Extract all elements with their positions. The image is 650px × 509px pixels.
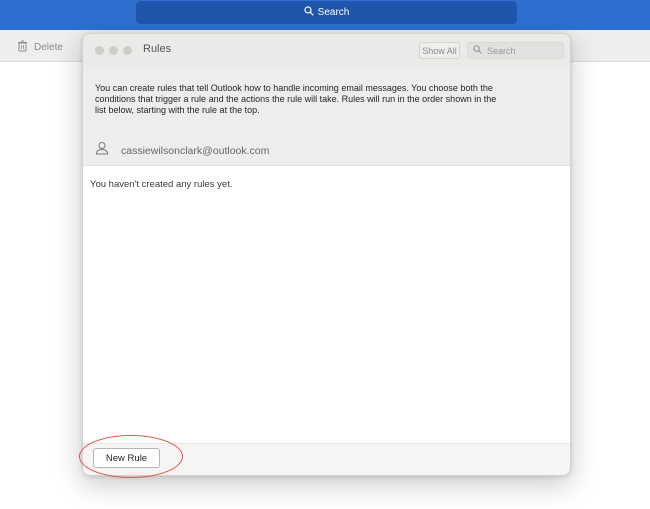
delete-button[interactable]: Delete bbox=[17, 40, 63, 55]
person-icon bbox=[95, 141, 109, 160]
empty-rules-message: You haven't created any rules yet. bbox=[90, 179, 233, 190]
dialog-search-field[interactable]: Search bbox=[467, 42, 564, 59]
delete-label: Delete bbox=[34, 42, 63, 53]
search-icon bbox=[473, 45, 482, 56]
account-email: cassiewilsonclark@outlook.com bbox=[121, 144, 270, 157]
trash-icon bbox=[17, 40, 28, 55]
app-top-bar: Search bbox=[0, 0, 650, 30]
global-search-label: Search bbox=[317, 7, 350, 18]
dialog-footer: New Rule bbox=[83, 443, 570, 475]
rules-info-panel: You can create rules that tell Outlook h… bbox=[83, 67, 570, 165]
global-search-bar[interactable]: Search bbox=[136, 1, 517, 24]
show-all-button[interactable]: Show All bbox=[419, 42, 460, 59]
search-icon bbox=[304, 6, 314, 19]
zoom-window-button[interactable] bbox=[123, 46, 132, 55]
account-row[interactable]: cassiewilsonclark@outlook.com bbox=[95, 141, 269, 160]
dialog-title-bar: Rules Show All Search bbox=[83, 34, 570, 67]
dialog-search-placeholder: Search bbox=[487, 45, 516, 56]
new-rule-button[interactable]: New Rule bbox=[93, 448, 160, 468]
rules-description: You can create rules that tell Outlook h… bbox=[95, 83, 497, 115]
dialog-title: Rules bbox=[143, 43, 172, 55]
rules-list: You haven't created any rules yet. bbox=[83, 165, 570, 443]
close-window-button[interactable] bbox=[95, 46, 104, 55]
minimize-window-button[interactable] bbox=[109, 46, 118, 55]
rules-dialog: Rules Show All Search You can create rul… bbox=[82, 33, 571, 476]
